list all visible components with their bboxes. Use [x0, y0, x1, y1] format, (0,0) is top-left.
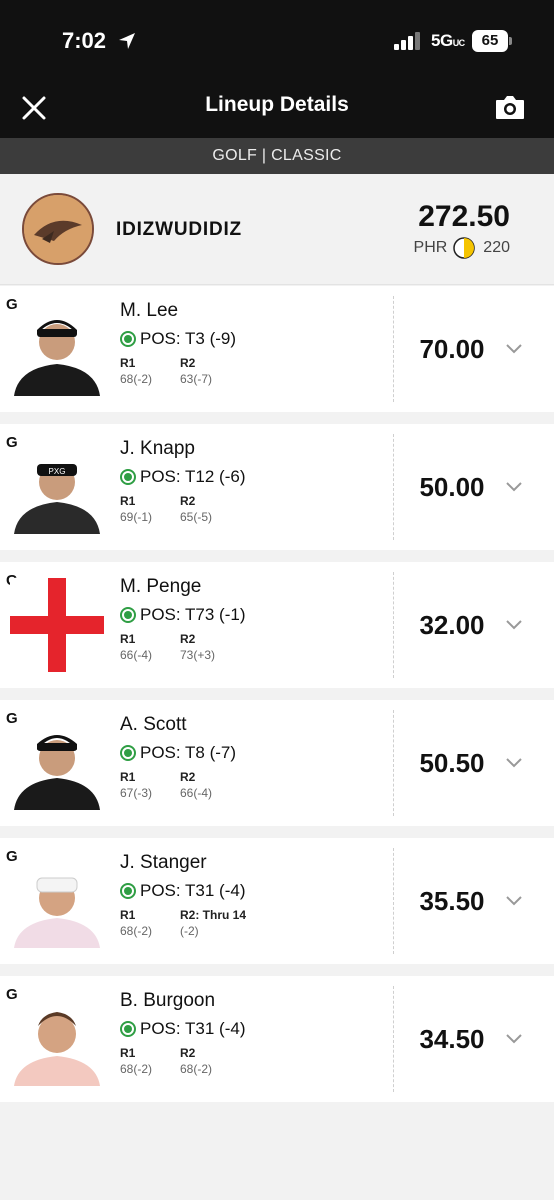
player-card[interactable]: G B. Burgoon POS: T31 (-4) R1 68(-2) R2 68…	[0, 976, 554, 1102]
round-2: R2 63(-7)	[180, 356, 213, 386]
user-summary: IDIZWUDIDIZ 272.50 PHR 220	[0, 174, 554, 285]
tournament-position: POS: T3 (-9)	[120, 329, 236, 349]
player-photo	[10, 716, 104, 810]
page-title: Lineup Details	[205, 93, 349, 116]
player-card[interactable]: G M. Lee POS: T3 (-9) R1 68(-2) R2 63(-7) …	[0, 286, 554, 412]
player-photo: PXG	[10, 440, 104, 534]
player-points: 32.00	[419, 610, 485, 640]
chevron-down-icon[interactable]	[504, 618, 524, 632]
phr-value: 220	[483, 239, 510, 256]
network-indicator: 5GUC	[431, 31, 465, 50]
status-time: 7:02	[62, 28, 107, 53]
player-name: J. Stanger	[120, 852, 207, 873]
round-2: R2 66(-4)	[180, 770, 213, 800]
round-1: R1 68(-2)	[120, 356, 153, 386]
phr-label: PHR	[413, 239, 448, 256]
round-1: R1 68(-2)	[120, 908, 153, 938]
flag-image	[10, 578, 104, 672]
player-points: 50.50	[419, 748, 485, 778]
player-card[interactable]: G M. Penge POS: T73 (-1) R166(-4) R273(+…	[0, 562, 554, 688]
player-name: A. Scott	[120, 714, 187, 735]
round-2: R2 73(+3)	[180, 632, 216, 662]
chevron-down-icon[interactable]	[504, 480, 524, 494]
round-2: R2 68(-2)	[180, 1046, 213, 1076]
player-photo	[10, 854, 104, 948]
tournament-position: POS: T8 (-7)	[120, 743, 236, 763]
player-points: 50.00	[419, 472, 485, 502]
top-bar: 7:02 5GUC 65 Lineup Details	[0, 0, 554, 138]
live-status-icon	[120, 745, 136, 761]
live-status-icon	[120, 883, 136, 899]
chevron-down-icon[interactable]	[504, 756, 524, 770]
live-status-icon	[120, 607, 136, 623]
contest-type-bar: GOLF | CLASSIC	[0, 138, 554, 174]
battery-level: 65	[472, 30, 508, 52]
player-card[interactable]: G J. Stanger POS: T31 (-4) R1 68(-2) R2: …	[0, 838, 554, 964]
tournament-position: POS: T73 (-1)	[120, 605, 246, 625]
round-1: R1 66(-4)	[120, 632, 153, 662]
round-1: R1 67(-3)	[120, 770, 153, 800]
tournament-position: POS: T31 (-4)	[120, 881, 246, 901]
chevron-down-icon[interactable]	[504, 342, 524, 356]
tournament-position: POS: T31 (-4)	[120, 1019, 246, 1039]
round-2: R2: Thru 14 (-2)	[180, 908, 247, 938]
camera-icon[interactable]	[494, 92, 526, 122]
player-points: 35.50	[419, 886, 485, 916]
signal-bars-icon	[394, 32, 420, 50]
chevron-down-icon[interactable]	[504, 894, 524, 908]
round-2: R2 65(-5)	[180, 494, 213, 524]
username: IDIZWUDIDIZ	[116, 219, 242, 240]
svg-text:PXG: PXG	[49, 467, 66, 476]
player-card[interactable]: G PXG J. Knapp POS: T12 (-6) R1 69(-1) R2…	[0, 424, 554, 550]
live-status-icon	[120, 469, 136, 485]
avatar[interactable]	[22, 193, 94, 265]
player-points: 34.50	[419, 1024, 485, 1054]
player-photo	[10, 302, 104, 396]
live-status-icon	[120, 331, 136, 347]
total-points: 272.50	[418, 200, 510, 233]
round-1: R1 69(-1)	[120, 494, 153, 524]
phr-row: PHR 220	[414, 237, 510, 259]
player-card[interactable]: G A. Scott POS: T8 (-7) R1 67(-3) R2 66(-4…	[0, 700, 554, 826]
timer-icon	[453, 237, 476, 259]
battery-icon: 65	[472, 30, 512, 52]
player-photo	[10, 992, 104, 1086]
player-name: B. Burgoon	[120, 990, 216, 1011]
chevron-down-icon[interactable]	[504, 1032, 524, 1046]
player-name: M. Lee	[120, 300, 179, 321]
live-status-icon	[120, 1021, 136, 1037]
player-name: J. Knapp	[120, 438, 195, 459]
player-points: 70.00	[419, 334, 485, 364]
location-arrow-icon	[119, 33, 135, 49]
round-1: R1 68(-2)	[120, 1046, 153, 1076]
player-name: M. Penge	[120, 576, 202, 597]
tournament-position: POS: T12 (-6)	[120, 467, 246, 487]
